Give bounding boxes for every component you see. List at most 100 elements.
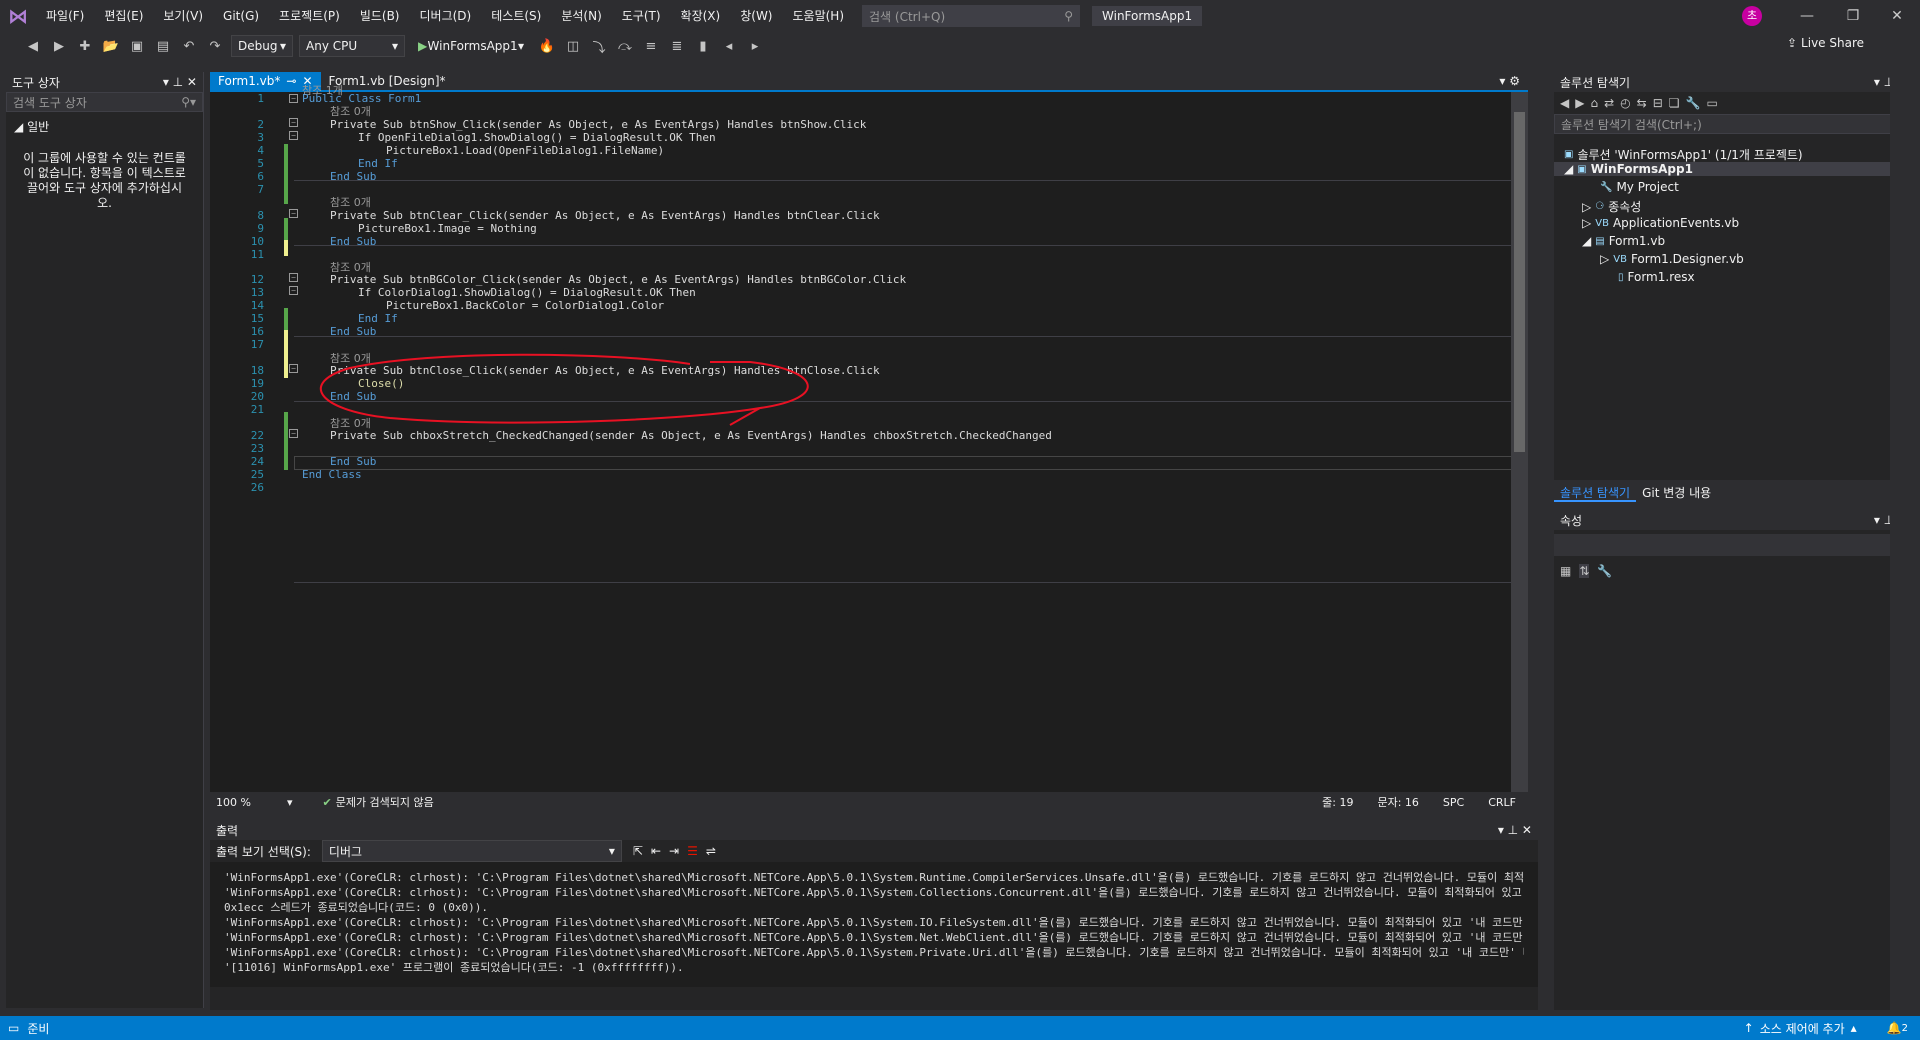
whitespace-indicator[interactable]: SPC xyxy=(1431,796,1476,809)
property-pages-icon[interactable]: 🔧 xyxy=(1597,564,1612,578)
tree-form1[interactable]: ◢ ▤ Form1.vb xyxy=(1582,234,1665,248)
visual-studio-logo-icon[interactable]: ⋈ xyxy=(0,0,36,32)
menu-item[interactable]: 편집(E) xyxy=(94,0,153,32)
menu-item[interactable]: 파일(F) xyxy=(36,0,94,32)
search-input[interactable]: 검색 (Ctrl+Q) ⚲ xyxy=(862,5,1081,27)
preview-icon[interactable]: ▭ xyxy=(1706,96,1717,110)
menu-item[interactable]: 프로젝트(P) xyxy=(269,0,350,32)
fold-toggle-icon[interactable]: − xyxy=(289,94,298,103)
word-wrap-icon[interactable]: ⇌ xyxy=(706,844,716,858)
new-project-icon[interactable]: ✚ xyxy=(74,35,96,57)
save-icon[interactable]: ▣ xyxy=(126,35,148,57)
browser-link-icon[interactable]: ◫ xyxy=(562,35,584,57)
prev-bookmark-icon[interactable]: ◂ xyxy=(718,35,740,57)
find-message-icon[interactable]: ⇱ xyxy=(633,844,643,858)
fold-toggle-icon[interactable]: − xyxy=(289,429,298,438)
live-share-button[interactable]: ⇪ Live Share xyxy=(1787,36,1864,50)
fold-toggle-icon[interactable]: − xyxy=(289,209,298,218)
undo-icon[interactable]: ↶ xyxy=(178,35,200,57)
menu-item[interactable]: 분석(N) xyxy=(551,0,611,32)
next-message-icon[interactable]: ⇥ xyxy=(669,844,679,858)
uncomment-icon[interactable]: ≣ xyxy=(666,35,688,57)
step-over-icon[interactable]: ⤼ xyxy=(614,35,636,57)
tab-overflow-icon[interactable]: ▾ ⚙ xyxy=(1491,72,1528,90)
fold-toggle-icon[interactable]: − xyxy=(289,273,298,282)
editor-vertical-scrollbar[interactable] xyxy=(1511,92,1528,792)
forward-icon[interactable]: ▶ xyxy=(48,35,70,57)
categorized-icon[interactable]: ▦ xyxy=(1560,564,1571,578)
menu-item[interactable]: 확장(X) xyxy=(671,0,731,32)
menu-item[interactable]: Git(G) xyxy=(213,0,269,32)
hot-reload-icon[interactable]: 🔥 xyxy=(536,35,558,57)
tab-solution-explorer[interactable]: 솔루션 탐색기 xyxy=(1554,480,1637,502)
output-text[interactable]: 'WinFormsApp1.exe'(CoreCLR: clrhost): 'C… xyxy=(210,862,1538,987)
show-all-files-icon[interactable]: ❏ xyxy=(1669,96,1680,110)
menu-item[interactable]: 도움말(H) xyxy=(783,0,855,32)
alphabetical-icon[interactable]: ⇅ xyxy=(1579,564,1590,578)
fold-toggle-icon[interactable]: − xyxy=(289,118,298,127)
redo-icon[interactable]: ↷ xyxy=(204,35,226,57)
tree-project[interactable]: ◢ ▣ WinFormsApp1 xyxy=(1554,162,1914,176)
tab-git-changes[interactable]: Git 변경 내용 xyxy=(1636,480,1717,502)
back-icon[interactable]: ◀ xyxy=(1560,96,1569,110)
output-source-value: 디버그 xyxy=(328,844,363,859)
line-ending-indicator[interactable]: CRLF xyxy=(1476,796,1528,809)
menu-item[interactable]: 창(W) xyxy=(730,0,782,32)
home-icon[interactable]: ⌂ xyxy=(1590,96,1598,110)
solution-platform-select[interactable]: Any CPU ▾ xyxy=(299,35,405,57)
menu-item[interactable]: 보기(V) xyxy=(153,0,213,32)
menu-item[interactable]: 디버그(D) xyxy=(410,0,482,32)
reference-count[interactable]: 참조 0개 xyxy=(330,103,371,119)
fold-toggle-icon[interactable]: − xyxy=(289,364,298,373)
reference-count[interactable]: 참조 0개 xyxy=(330,194,371,210)
pin-icon[interactable]: ⊸ xyxy=(286,74,296,88)
toolbox-search-input[interactable]: 검색 도구 상자 ⚲▾ xyxy=(6,92,203,112)
tree-dependencies[interactable]: ▷ ⚆ 종속성 xyxy=(1582,198,1641,215)
switch-views-icon[interactable]: ⇄ xyxy=(1604,96,1614,110)
issues-status[interactable]: 문제가 검색되지 않음 xyxy=(336,794,434,810)
step-into-icon[interactable]: ⤵ xyxy=(588,35,610,57)
source-control-button[interactable]: 소스 제어에 추가 xyxy=(1760,1020,1845,1037)
close-window-button[interactable]: ✕ xyxy=(1874,0,1920,32)
tree-solution[interactable]: ▣ 솔루션 'WinFormsApp1' (1/1개 프로젝트) xyxy=(1564,146,1803,163)
tree-form1-designer[interactable]: ▷ VB Form1.Designer.vb xyxy=(1600,252,1744,266)
collapse-all-icon[interactable]: ⊟ xyxy=(1653,96,1663,110)
toolbox-group-general[interactable]: ◢ 일반 xyxy=(6,116,203,137)
output-source-select[interactable]: 디버그 ▾ xyxy=(321,840,622,862)
forward-icon[interactable]: ▶ xyxy=(1575,96,1584,110)
back-icon[interactable]: ◀ xyxy=(22,35,44,57)
chevron-down-icon[interactable]: ▾ xyxy=(257,796,323,809)
line-number: 18 xyxy=(250,364,264,377)
open-file-icon[interactable]: 📂 xyxy=(100,35,122,57)
user-avatar[interactable]: 초 xyxy=(1742,6,1762,26)
output-title: 출력 xyxy=(216,823,239,838)
chevron-up-icon[interactable]: ▴ xyxy=(1845,1021,1887,1035)
menu-item[interactable]: 빌드(B) xyxy=(350,0,410,32)
pending-changes-icon[interactable]: ◴ xyxy=(1620,96,1630,110)
solution-search-input[interactable]: 솔루션 탐색기 검색(Ctrl+;) ⚲▾ xyxy=(1554,114,1914,134)
next-bookmark-icon[interactable]: ▸ xyxy=(744,35,766,57)
zoom-level[interactable]: 100 % xyxy=(210,796,257,809)
menu-item[interactable]: 도구(T) xyxy=(612,0,671,32)
save-all-icon[interactable]: ▤ xyxy=(152,35,174,57)
tree-application-events[interactable]: ▷ VB ApplicationEvents.vb xyxy=(1582,216,1739,230)
code-editor[interactable]: 1 2 3 4 5 6 7 8 9 10 11 12 13 14 15 16 17 18 19 20 21 22 23 24 2… xyxy=(210,84,1528,792)
notifications-icon[interactable]: 🔔 xyxy=(1887,1021,1902,1035)
scrollbar-thumb[interactable] xyxy=(1514,112,1525,452)
maximize-button[interactable]: ❐ xyxy=(1830,0,1876,32)
tree-form1-resx[interactable]: ▯ Form1.resx xyxy=(1618,270,1695,284)
minimize-button[interactable]: — xyxy=(1784,0,1830,32)
properties-icon[interactable]: 🔧 xyxy=(1686,96,1701,110)
bookmark-icon[interactable]: ▮ xyxy=(692,35,714,57)
clear-all-icon[interactable]: ☰ xyxy=(687,844,698,858)
menu-item[interactable]: 테스트(S) xyxy=(481,0,551,32)
solution-config-select[interactable]: Debug ▾ xyxy=(231,35,293,57)
sync-icon[interactable]: ⇆ xyxy=(1637,96,1647,110)
prev-message-icon[interactable]: ⇤ xyxy=(651,844,661,858)
fold-toggle-icon[interactable]: − xyxy=(289,131,298,140)
fold-toggle-icon[interactable]: − xyxy=(289,286,298,295)
object-selector[interactable]: ▾ xyxy=(1554,534,1914,556)
tree-my-project[interactable]: 🔧 My Project xyxy=(1600,180,1679,194)
start-debug-button[interactable]: ▶ WinFormsApp1 ▾ xyxy=(411,35,531,57)
comment-icon[interactable]: ≡ xyxy=(640,35,662,57)
